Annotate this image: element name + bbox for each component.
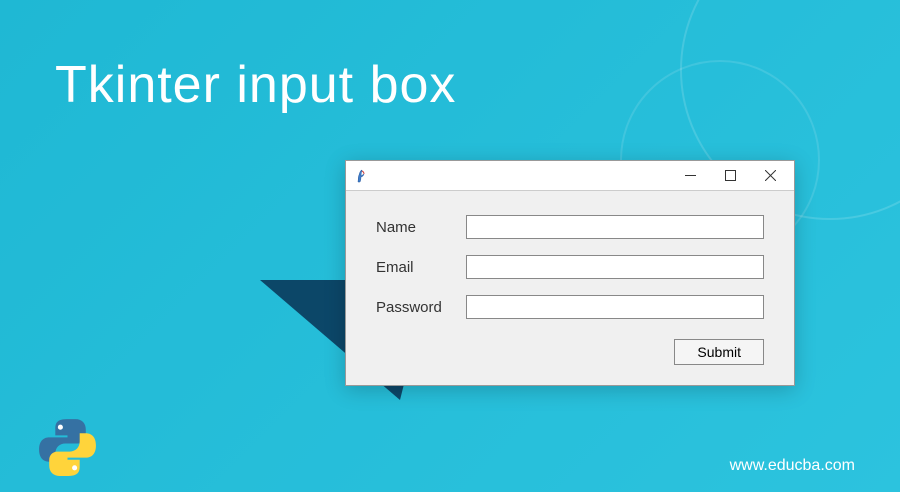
website-url: www.educba.com <box>730 457 855 475</box>
bottom-border <box>0 492 900 500</box>
form-row-name: Name <box>376 215 764 239</box>
password-input[interactable] <box>466 295 764 319</box>
maximize-button[interactable] <box>710 162 750 190</box>
submit-row: Submit <box>376 339 764 365</box>
form-row-email: Email <box>376 255 764 279</box>
python-logo-icon <box>35 415 100 480</box>
page-title: Tkinter input box <box>55 55 456 115</box>
form-body: Name Email Password Submit <box>346 191 794 385</box>
window-titlebar[interactable] <box>346 161 794 191</box>
name-input[interactable] <box>466 215 764 239</box>
submit-button[interactable]: Submit <box>674 339 764 365</box>
email-label: Email <box>376 259 466 276</box>
email-input[interactable] <box>466 255 764 279</box>
tkinter-window: Name Email Password Submit <box>345 160 795 386</box>
form-row-password: Password <box>376 295 764 319</box>
tkinter-icon <box>354 168 370 184</box>
password-label: Password <box>376 299 466 316</box>
close-button[interactable] <box>750 162 790 190</box>
minimize-button[interactable] <box>670 162 710 190</box>
name-label: Name <box>376 219 466 236</box>
